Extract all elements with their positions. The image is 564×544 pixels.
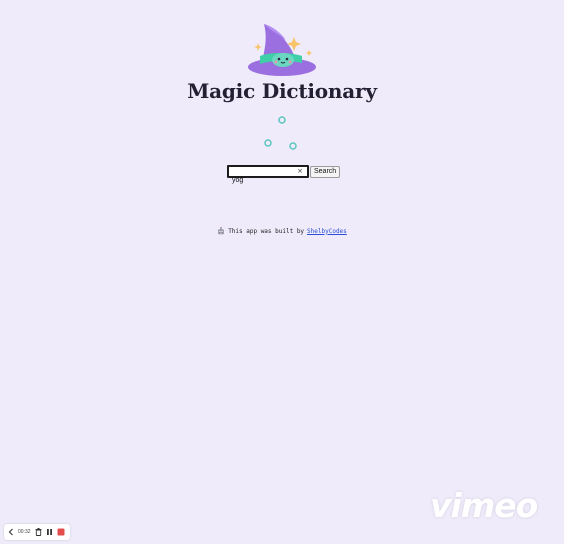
credit-text: This app was built by (228, 227, 305, 235)
author-link[interactable]: ShelbyCodes (307, 228, 347, 235)
page-title: Magic Dictionary (187, 79, 377, 103)
chevron-left-icon[interactable] (8, 528, 14, 536)
clear-search-icon[interactable]: × (297, 167, 303, 176)
recorder-toolbar: 00:32 (4, 524, 70, 540)
search-field-wrapper: × (227, 165, 309, 185)
stop-icon[interactable] (57, 528, 65, 536)
search-input[interactable] (229, 176, 307, 185)
wizard-hat-icon (248, 24, 316, 76)
vimeo-watermark: vimeo (430, 486, 538, 525)
trash-icon[interactable] (35, 528, 42, 536)
credit-footer: This app was built by ShelbyCodes (0, 227, 564, 235)
recording-time: 00:32 (18, 529, 31, 535)
robot-icon (218, 227, 224, 235)
pause-icon[interactable] (46, 528, 53, 536)
search-form: × Search (227, 165, 341, 185)
search-button[interactable]: Search (310, 165, 341, 178)
